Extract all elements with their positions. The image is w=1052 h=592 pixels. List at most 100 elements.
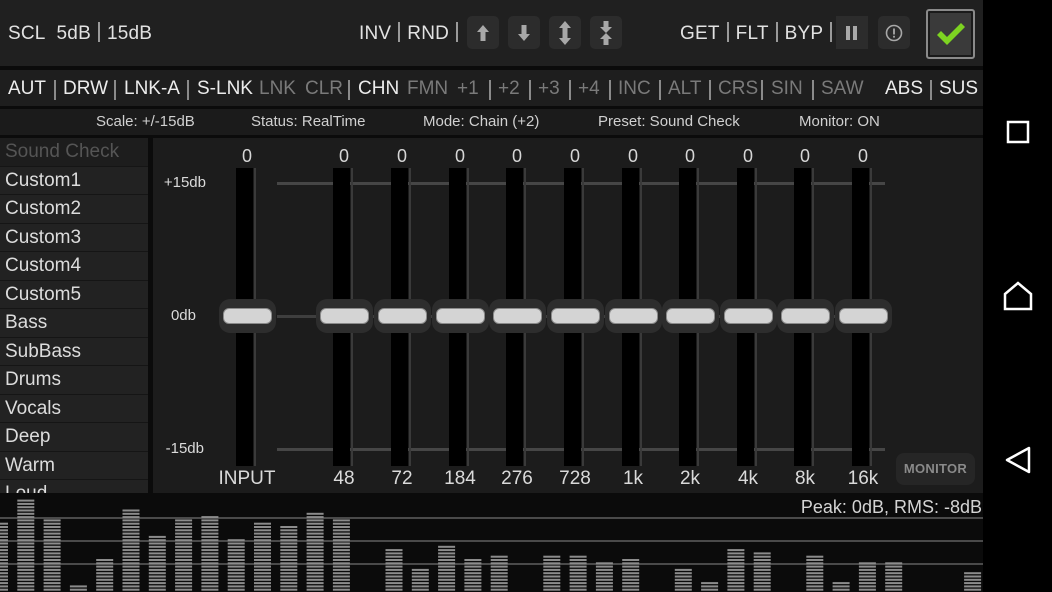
back-button[interactable] — [999, 441, 1037, 479]
preset-item[interactable]: Deep — [0, 423, 148, 452]
slider-thumb-handle[interactable] — [223, 308, 272, 324]
mode-toggle-crs[interactable]: CRS — [718, 78, 758, 100]
shift-down-button[interactable] — [508, 16, 540, 49]
pause-button[interactable] — [836, 16, 868, 49]
spectrum-bar-segment — [254, 565, 271, 568]
slider-thumb[interactable] — [374, 299, 431, 333]
band-slider-4k[interactable]: 0 4k — [718, 138, 778, 493]
slider-thumb-handle[interactable] — [493, 308, 542, 324]
preset-item[interactable]: Sound Check — [0, 138, 148, 167]
mode-toggle-slnk[interactable]: S-LNK — [197, 78, 253, 100]
preset-item[interactable]: Custom2 — [0, 195, 148, 224]
slider-thumb-handle[interactable] — [378, 308, 427, 324]
separator — [775, 22, 778, 42]
preset-item[interactable]: Loud — [0, 480, 148, 493]
band-slider-728[interactable]: 0 728 — [545, 138, 605, 493]
scale-5db-button[interactable]: 5dB — [57, 23, 91, 44]
mode-toggle-drw[interactable]: DRW — [63, 78, 108, 100]
mode-toggle-chn[interactable]: CHN — [358, 78, 399, 100]
slider-thumb[interactable] — [432, 299, 489, 333]
spectrum-bar — [0, 522, 8, 591]
slider-thumb[interactable] — [489, 299, 546, 333]
mode-toggle-saw[interactable]: SAW — [821, 78, 864, 100]
slider-thumb[interactable] — [662, 299, 719, 333]
slider-thumb[interactable] — [605, 299, 662, 333]
spectrum-bar-segment — [227, 542, 245, 545]
get-button[interactable]: GET — [680, 23, 720, 44]
invert-button[interactable]: INV — [359, 23, 391, 44]
slider-thumb[interactable] — [219, 299, 276, 333]
spectrum-bar-segment — [490, 562, 508, 565]
slider-thumb[interactable] — [547, 299, 604, 333]
preset-item[interactable]: Drums — [0, 366, 148, 395]
filter-button[interactable]: FLT — [736, 23, 769, 44]
spectrum-bar-segment — [17, 562, 35, 565]
spectrum-bar-segment — [753, 565, 771, 568]
band-slider-8k[interactable]: 0 8k — [775, 138, 835, 493]
slider-thumb-handle[interactable] — [666, 308, 715, 324]
mode-toggle-sus[interactable]: SUS — [939, 78, 978, 100]
band-slider-2k[interactable]: 0 2k — [660, 138, 720, 493]
slider-thumb[interactable] — [316, 299, 373, 333]
slider-thumb[interactable] — [720, 299, 777, 333]
expand-button[interactable] — [549, 16, 581, 49]
slider-thumb-handle[interactable] — [320, 308, 369, 324]
band-slider-48[interactable]: 0 48 — [314, 138, 374, 493]
preset-item[interactable]: Bass — [0, 309, 148, 338]
slider-thumb-handle[interactable] — [609, 308, 658, 324]
spectrum-bar-segment — [17, 555, 35, 558]
spectrum-bar-segment — [832, 585, 850, 588]
preset-item[interactable]: Custom3 — [0, 223, 148, 252]
recent-apps-button[interactable] — [999, 113, 1037, 151]
spectrum-bar-segment — [306, 552, 324, 555]
mode-toggle-aut[interactable]: AUT — [8, 78, 46, 100]
bypass-button[interactable]: BYP — [785, 23, 824, 44]
random-button[interactable]: RND — [407, 23, 449, 44]
scale-15db-button[interactable]: 15dB — [107, 23, 152, 44]
mode-toggle-lnka[interactable]: LNK-A — [124, 78, 180, 100]
confirm-button[interactable] — [926, 9, 975, 59]
band-slider-184[interactable]: 0 184 — [430, 138, 490, 493]
band-slider-16k[interactable]: 0 16k — [833, 138, 893, 493]
mode-toggle-3[interactable]: +3 — [538, 78, 560, 100]
mode-toggle-inc[interactable]: INC — [618, 78, 651, 100]
mode-toggle-4[interactable]: +4 — [578, 78, 600, 100]
slider-thumb-handle[interactable] — [724, 308, 773, 324]
slider-thumb[interactable] — [835, 299, 892, 333]
mode-toggle-fmn[interactable]: FMN — [407, 78, 448, 100]
preset-item[interactable]: SubBass — [0, 337, 148, 366]
spectrum-bar-segment — [595, 585, 613, 588]
preset-item[interactable]: Custom5 — [0, 280, 148, 309]
preset-item[interactable]: Custom4 — [0, 252, 148, 281]
compress-button[interactable] — [590, 16, 622, 49]
spectrum-bar-segment — [753, 588, 771, 591]
spectrum-bar-segment — [674, 568, 692, 571]
slider-thumb[interactable] — [777, 299, 834, 333]
slider-thumb-handle[interactable] — [436, 308, 485, 324]
preset-item[interactable]: Vocals — [0, 394, 148, 423]
preset-item[interactable]: Custom1 — [0, 166, 148, 195]
mode-toggle-2[interactable]: +2 — [498, 78, 520, 100]
slider-thumb-handle[interactable] — [551, 308, 600, 324]
mode-toggle-alt[interactable]: ALT — [668, 78, 701, 100]
mode-toggle-1[interactable]: +1 — [457, 78, 479, 100]
preset-item[interactable]: Warm — [0, 451, 148, 480]
mode-toggle-sin[interactable]: SIN — [771, 78, 803, 100]
spectrum-bar-segment — [96, 582, 114, 585]
home-button[interactable] — [999, 277, 1037, 315]
slider-thumb-handle[interactable] — [781, 308, 830, 324]
shift-up-button[interactable] — [467, 16, 499, 49]
band-slider-72[interactable]: 0 72 — [372, 138, 432, 493]
mode-toggle-lnk[interactable]: LNK — [259, 78, 296, 100]
info-button[interactable] — [878, 16, 910, 49]
spectrum-bar-segment — [254, 542, 271, 545]
mode-toggle-clr[interactable]: CLR — [305, 78, 343, 100]
mode-toggle-abs[interactable]: ABS — [885, 78, 923, 100]
band-slider-276[interactable]: 0 276 — [487, 138, 547, 493]
band-slider-input[interactable]: 0 INPUT — [217, 138, 277, 493]
slider-thumb-handle[interactable] — [839, 308, 888, 324]
monitor-button[interactable]: MONITOR — [896, 453, 975, 485]
band-slider-1k[interactable]: 0 1k — [603, 138, 663, 493]
spectrum-bar — [964, 572, 982, 591]
preset-list[interactable]: Sound Check Custom1 Custom2 Custom3 Custom4 C… — [0, 138, 148, 493]
